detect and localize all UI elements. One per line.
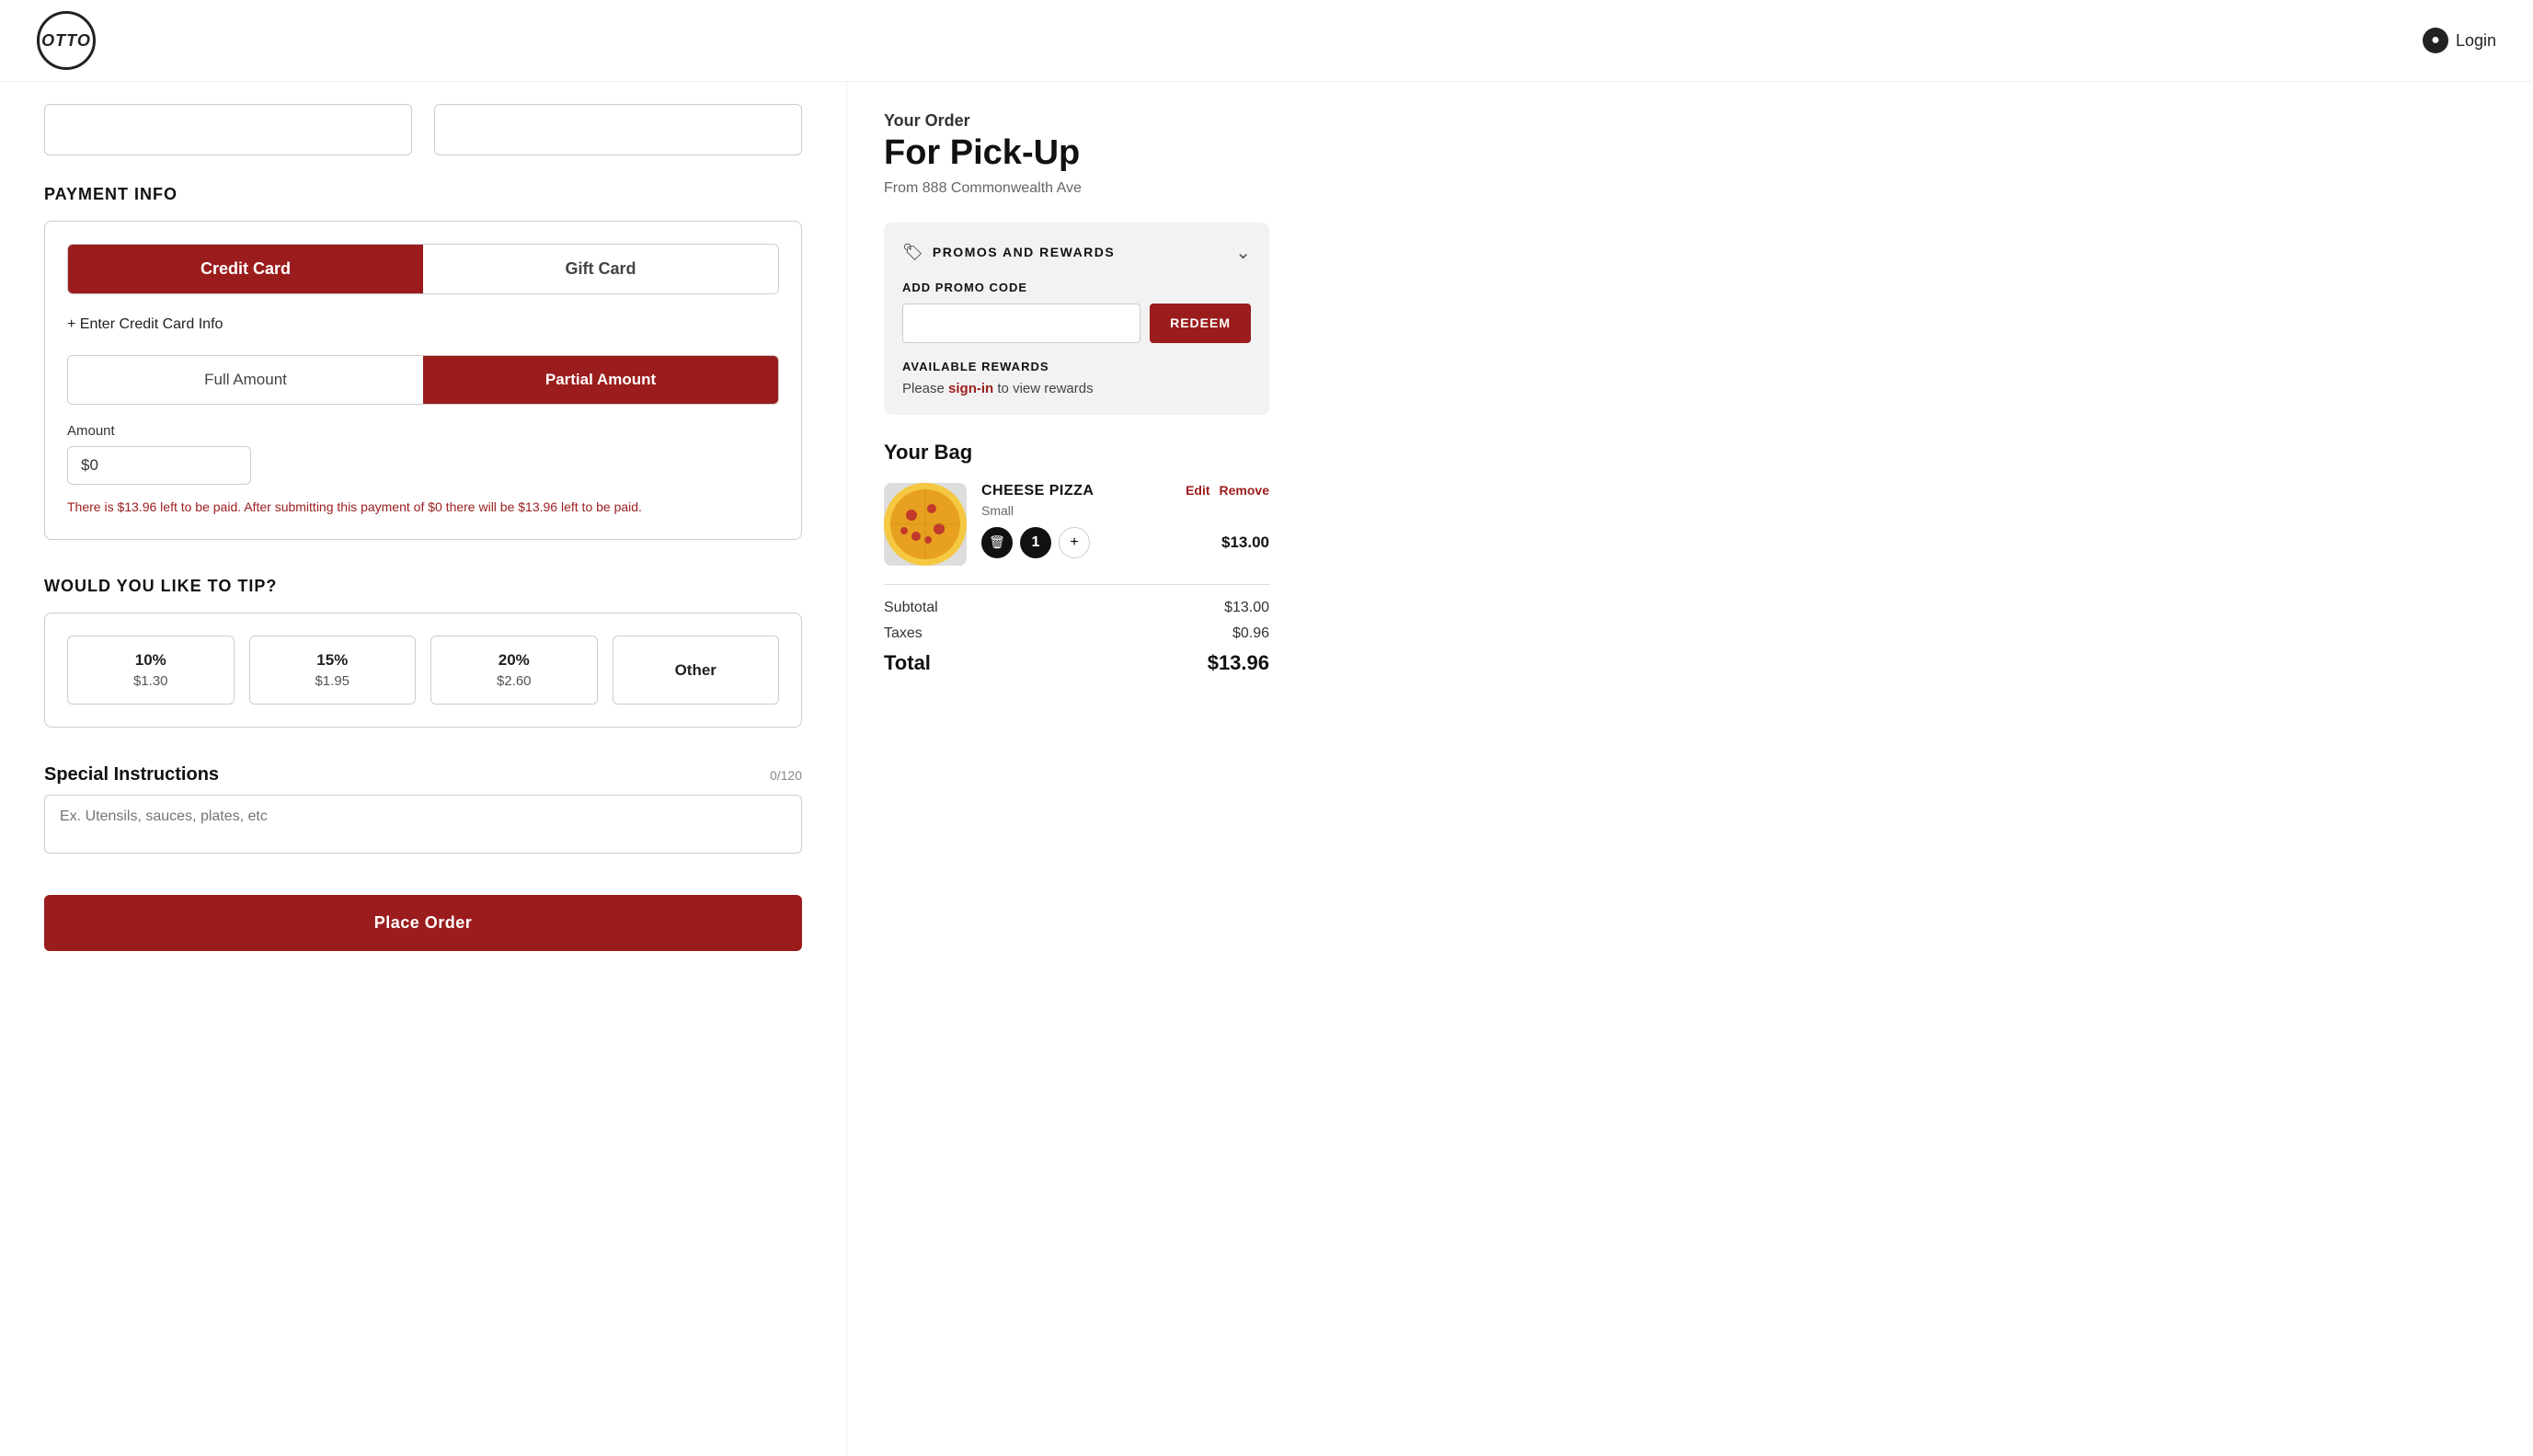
amount-input-wrapper[interactable] [67,446,251,485]
logo[interactable]: OTTO [37,11,96,70]
login-label: Login [2456,31,2496,51]
bag-heading: Your Bag [884,441,1269,464]
full-amount-btn[interactable]: Full Amount [68,356,423,404]
tip-section: WOULD YOU LIKE TO TIP? 10% $1.30 15% $1.… [44,577,802,728]
qty-controls: 🗑 1 + [981,527,1090,558]
promos-title: PROMOS AND REWARDS [933,245,1115,259]
amount-input[interactable] [81,456,237,475]
totals-section: Subtotal $13.00 Taxes $0.96 Total $13.96 [884,584,1269,675]
tip-options: 10% $1.30 15% $1.95 20% $2.60 Other [67,636,779,705]
total-label: Total [884,651,931,675]
taxes-row: Taxes $0.96 [884,625,1269,642]
order-title: Your Order [884,111,1269,131]
item-actions: Edit Remove [1186,483,1269,498]
top-input-1[interactable] [44,104,412,155]
tip-card: 10% $1.30 15% $1.95 20% $2.60 Other [44,613,802,728]
subtotal-row: Subtotal $13.00 [884,600,1269,616]
edit-item-button[interactable]: Edit [1186,483,1209,498]
char-count: 0/120 [770,768,802,783]
amount-warning: There is $13.96 left to be paid. After s… [67,498,779,517]
item-price: $13.00 [1221,533,1269,552]
special-instructions-input[interactable] [44,795,802,854]
special-instructions-section: Special Instructions 0/120 [44,764,802,858]
special-instructions-heading: Special Instructions [44,764,219,785]
item-quantity: 1 [1020,527,1051,558]
promos-title-row: 🏷 PROMOS AND REWARDS [902,243,1115,262]
tab-credit-card[interactable]: Credit Card [68,245,423,293]
top-input-2[interactable] [434,104,802,155]
redeem-button[interactable]: REDEEM [1150,304,1251,343]
order-type: For Pick-Up [884,134,1269,173]
page-layout: PAYMENT INFO Credit Card Gift Card + Ent… [0,82,2533,1456]
login-button[interactable]: ● Login [2423,28,2496,53]
tip-other-label: Other [675,661,716,680]
delete-item-button[interactable]: 🗑 [981,527,1013,558]
amount-label: Amount [67,423,779,439]
rewards-text: Please sign-in to view rewards [902,381,1251,396]
order-address: From 888 Commonwealth Ave [884,180,1269,197]
top-inputs [44,104,802,155]
item-name: CHEESE PIZZA [981,483,1094,499]
header: OTTO ● Login [0,0,2533,82]
item-top-row: CHEESE PIZZA Edit Remove [981,483,1269,499]
tip-amt-10: $1.30 [79,673,223,689]
tip-amt-15: $1.95 [261,673,405,689]
logo-text: OTTO [41,31,91,51]
increase-qty-button[interactable]: + [1059,527,1090,558]
left-column: PAYMENT INFO Credit Card Gift Card + Ent… [0,82,846,1456]
account-icon: ● [2423,28,2448,53]
place-order-button[interactable]: Place Order [44,895,802,951]
tab-gift-card[interactable]: Gift Card [423,245,778,293]
amount-toggle: Full Amount Partial Amount [67,355,779,405]
promo-input-row: REDEEM [902,304,1251,343]
tip-pct-10: 10% [79,651,223,670]
tag-icon: 🏷 [902,243,923,262]
taxes-label: Taxes [884,625,923,642]
tip-pct-15: 15% [261,651,405,670]
chevron-down-icon: ⌄ [1235,241,1251,264]
rewards-text-after: to view rewards [993,381,1093,396]
tip-heading: WOULD YOU LIKE TO TIP? [44,577,802,596]
bag-item: CHEESE PIZZA Edit Remove Small 🗑 1 + $13… [884,483,1269,566]
taxes-value: $0.96 [1232,625,1269,642]
partial-amount-btn[interactable]: Partial Amount [423,356,778,404]
remove-item-button[interactable]: Remove [1220,483,1269,498]
enter-cc-link[interactable]: + Enter Credit Card Info [67,316,779,333]
payment-card: Credit Card Gift Card + Enter Credit Car… [44,221,802,540]
qty-row: 🗑 1 + $13.00 [981,527,1269,558]
subtotal-label: Subtotal [884,600,938,616]
tip-option-15[interactable]: 15% $1.95 [249,636,417,705]
item-image [884,483,967,566]
payment-section-heading: PAYMENT INFO [44,185,802,204]
tip-pct-20: 20% [442,651,586,670]
right-column: Your Order For Pick-Up From 888 Commonwe… [846,82,1306,1456]
tip-option-20[interactable]: 20% $2.60 [430,636,598,705]
payment-tabs: Credit Card Gift Card [67,244,779,294]
promos-header[interactable]: 🏷 PROMOS AND REWARDS ⌄ [902,241,1251,264]
available-rewards-label: AVAILABLE REWARDS [902,360,1251,373]
sign-in-link[interactable]: sign-in [948,381,993,396]
subtotal-value: $13.00 [1224,600,1269,616]
total-row: Total $13.96 [884,651,1269,675]
rewards-text-before: Please [902,381,948,396]
item-details: CHEESE PIZZA Edit Remove Small 🗑 1 + $13… [981,483,1269,566]
tip-amt-20: $2.60 [442,673,586,689]
promo-input[interactable] [902,304,1140,343]
add-promo-label: ADD PROMO CODE [902,281,1251,294]
special-instructions-header: Special Instructions 0/120 [44,764,802,785]
total-value: $13.96 [1208,651,1269,675]
item-size: Small [981,503,1269,518]
tip-option-10[interactable]: 10% $1.30 [67,636,235,705]
tip-option-other[interactable]: Other [613,636,780,705]
promos-section: 🏷 PROMOS AND REWARDS ⌄ ADD PROMO CODE RE… [884,223,1269,415]
